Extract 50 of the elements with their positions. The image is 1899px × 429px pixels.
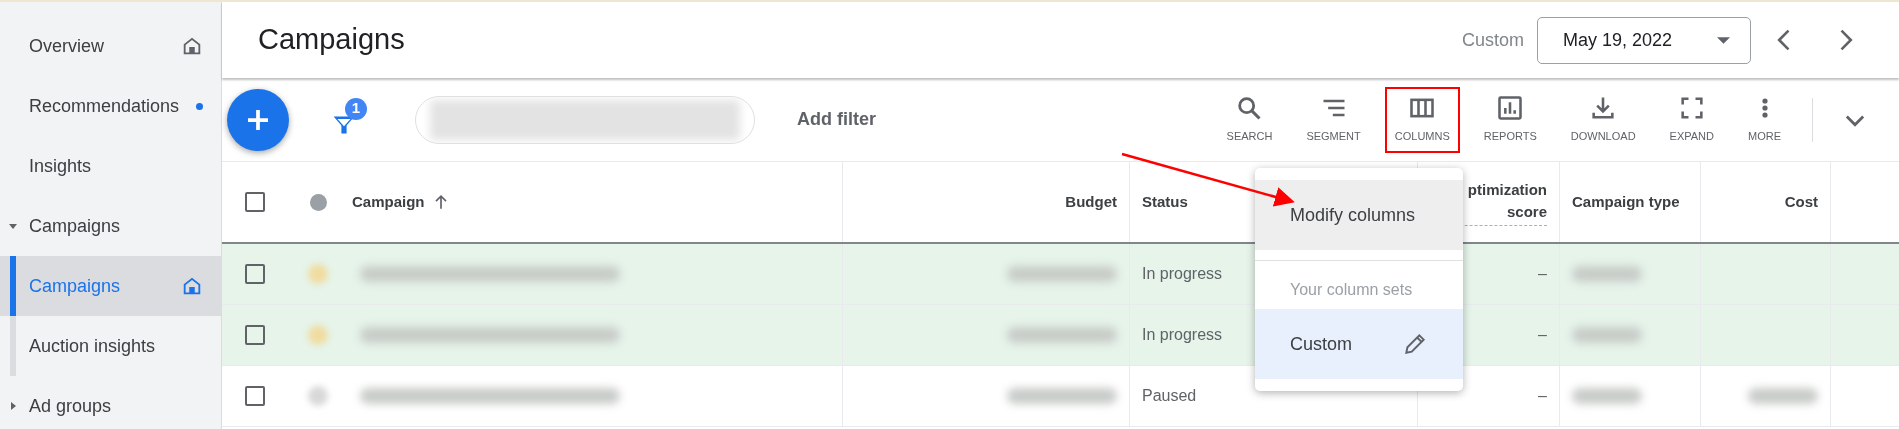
blurred-content [308,325,328,345]
row-checkbox[interactable] [245,386,265,406]
filter-count-badge: 1 [345,97,367,120]
sidebar-section[interactable]: Campaigns [0,196,221,256]
menu-heading: Your column sets [1289,280,1414,300]
menu-item[interactable]: Modify columns [1255,180,1463,250]
table-cell-text: – [1538,386,1547,406]
toolbar-button[interactable]: SEARCH [1216,86,1283,153]
sidebar-item[interactable]: Auction insights [0,316,221,376]
toolbar-button[interactable]: DOWNLOAD [1560,86,1646,153]
row-checkbox[interactable] [245,264,265,284]
table-cell-text: In progress [1142,264,1223,284]
toolbar-button[interactable]: REPORTS [1473,86,1547,153]
column-header[interactable]: Budget [1065,191,1117,213]
table-cell-text: In progress [1142,325,1223,345]
table-cell-text: – [1538,325,1547,345]
table-cell-text: Paused [1142,386,1197,406]
blurred-content [1572,327,1642,343]
toolbar-button[interactable]: MORE [1738,86,1791,153]
blurred-content [1572,266,1642,282]
blurred-content [308,386,328,406]
table-cell-text: – [1538,264,1547,284]
sidebar-section[interactable]: Ad groups [0,376,221,429]
filter-button[interactable]: 1 [331,99,371,140]
date-range-label: Custom [1462,28,1524,52]
date-picker[interactable]: May 19, 2022 [1537,16,1751,64]
table-row[interactable]: Paused – [222,366,1899,427]
column-header[interactable]: Campaign [352,191,451,213]
toolbar-button[interactable]: COLUMNS [1384,86,1460,153]
row-checkbox[interactable] [245,325,265,345]
blurred-content [308,264,328,284]
bar-chart-icon [1496,94,1525,123]
blurred-content [1572,388,1642,404]
more-icon [1761,98,1768,119]
sidebar-item[interactable]: Overview [0,16,221,76]
toolbar-button[interactable]: EXPAND [1659,86,1724,153]
menu-item[interactable]: Custom [1255,309,1463,379]
toolbar-button[interactable]: SEGMENT [1296,86,1371,153]
add-button[interactable] [227,88,289,151]
sidebar-item[interactable]: Insights [0,136,221,196]
blurred-content [1748,388,1818,404]
column-header[interactable]: Cost [1784,191,1818,213]
sidebar-item[interactable]: Recommendations [0,76,221,136]
page-title: Campaigns [258,22,406,58]
select-all-checkbox[interactable] [245,192,265,212]
pencil-icon[interactable] [1402,331,1428,357]
dropdown-arrow-icon [1717,36,1730,44]
column-header[interactable]: Status [1142,191,1188,213]
column-header[interactable]: Campaign type [1572,191,1680,213]
add-filter-link[interactable]: Add filter [797,106,1210,133]
